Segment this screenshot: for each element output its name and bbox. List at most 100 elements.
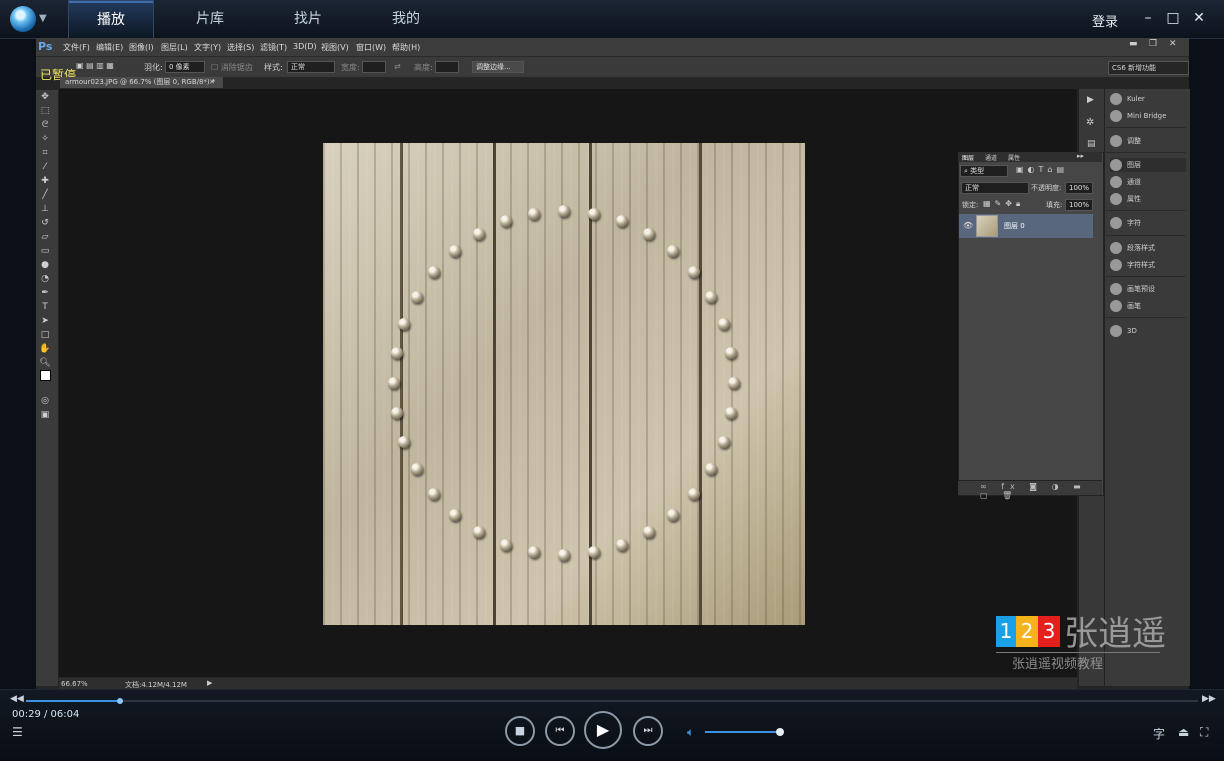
dock-properties[interactable]: 属性 <box>1110 192 1141 206</box>
seek-handle[interactable] <box>117 698 123 704</box>
selection-mode-icons[interactable]: ▣ ▤ ▥ ▦ <box>76 61 114 70</box>
width-input[interactable] <box>362 61 386 73</box>
minimize-icon[interactable]: – <box>1140 10 1156 26</box>
workspace-select[interactable]: CS6 新增功能 <box>1108 61 1189 75</box>
tab-mine[interactable]: 我的 <box>364 0 448 38</box>
opacity-input[interactable]: 100% <box>1065 182 1093 194</box>
menu-type[interactable]: 文字(Y) <box>194 42 221 53</box>
info-panel-icon[interactable]: ▤ <box>1087 139 1096 149</box>
logo-menu-caret-icon[interactable]: ▼ <box>39 13 47 24</box>
dock-character-styles[interactable]: 字符样式 <box>1110 258 1155 272</box>
eject-icon[interactable]: ⏏︎ <box>1178 725 1189 739</box>
menu-help[interactable]: 帮助(H) <box>392 42 420 53</box>
crop-tool-icon[interactable]: ⌗ <box>36 146 54 160</box>
play-button[interactable]: ▶ <box>584 711 622 749</box>
dock-brush[interactable]: 画笔 <box>1110 299 1141 313</box>
magic-wand-icon[interactable]: ✧ <box>36 132 54 146</box>
dock-kuler[interactable]: Kuler <box>1110 92 1145 106</box>
layer-visibility-eye-icon[interactable]: 👁︎ <box>963 221 973 230</box>
ps-close-icon[interactable]: ✕ <box>1169 39 1177 49</box>
menu-image[interactable]: 图像(I) <box>129 42 154 53</box>
menu-file[interactable]: 文件(F) <box>63 42 90 53</box>
rectangle-tool-icon[interactable]: □ <box>36 328 54 342</box>
close-icon[interactable]: ✕ <box>1191 10 1207 26</box>
history-brush-icon[interactable]: ↺ <box>36 216 54 230</box>
style-select[interactable]: 正常 <box>287 61 335 73</box>
swap-icon[interactable]: ⇄ <box>394 62 401 71</box>
next-button[interactable]: ⏭︎ <box>633 716 663 746</box>
panel-tab-channels[interactable]: 通道 <box>985 153 997 162</box>
player-logo-icon[interactable] <box>10 6 36 32</box>
dock-channels[interactable]: 通道 <box>1110 175 1141 189</box>
menu-layer[interactable]: 图层(L) <box>161 42 188 53</box>
eraser-icon[interactable]: ▱ <box>36 230 54 244</box>
feather-input[interactable]: 0 像素 <box>165 61 205 73</box>
dock-adjustments[interactable]: 调整 <box>1110 134 1141 148</box>
play-action-icon[interactable]: ▶ <box>1087 95 1094 105</box>
seek-bar[interactable] <box>26 700 1198 702</box>
tab-find-video[interactable]: 找片 <box>266 0 350 38</box>
menu-select[interactable]: 选择(S) <box>227 42 254 53</box>
marquee-tool-icon[interactable]: ⬚ <box>36 104 54 118</box>
pen-tool-icon[interactable]: ✒ <box>36 286 54 300</box>
ps-minimize-icon[interactable]: ▬ <box>1129 39 1138 49</box>
height-input[interactable] <box>435 61 459 73</box>
menu-3d[interactable]: 3D(D) <box>293 42 317 51</box>
color-swatches-icon[interactable] <box>36 370 54 394</box>
layer-filter-kind-select[interactable]: ⌕ 类型 <box>960 165 1008 177</box>
status-menu-arrow-icon[interactable]: ▶ <box>207 679 212 687</box>
dock-3d[interactable]: 3D <box>1110 324 1137 338</box>
settings-gear-icon[interactable]: ✲ <box>1086 117 1094 128</box>
dock-brush-presets[interactable]: 画笔预设 <box>1110 282 1155 296</box>
path-select-icon[interactable]: ➤ <box>36 314 54 328</box>
fill-input[interactable]: 100% <box>1065 199 1093 211</box>
tab-play[interactable]: 播放 <box>68 0 154 39</box>
eyedropper-icon[interactable]: ⁄ <box>36 160 54 174</box>
refine-edge-button[interactable]: 调整边缘... <box>472 61 524 73</box>
doc-tab-close-icon[interactable]: ✕ <box>209 78 215 86</box>
dock-character[interactable]: 字符 <box>1110 216 1141 230</box>
ps-restore-icon[interactable]: ❐ <box>1149 39 1157 49</box>
layer-action-icons[interactable]: ∞ fx ◙ ◑ ▬ ▢ 🗑︎ <box>980 482 1102 500</box>
menu-window[interactable]: 窗口(W) <box>356 42 386 53</box>
volume-slider[interactable] <box>705 731 781 733</box>
seek-forward-icon[interactable]: ▶▶ <box>1202 694 1216 704</box>
zoom-level[interactable]: 66.67% <box>61 680 88 688</box>
dock-paragraph-styles[interactable]: 段落样式 <box>1110 241 1155 255</box>
dock-mini-bridge[interactable]: Mini Bridge <box>1110 109 1166 123</box>
menu-filter[interactable]: 滤镜(T) <box>260 42 287 53</box>
blur-tool-icon[interactable]: ● <box>36 258 54 272</box>
layer-name[interactable]: 图层 0 <box>1004 221 1025 231</box>
playlist-icon[interactable]: ☰ <box>12 725 23 739</box>
zoom-tool-icon[interactable]: 🔍︎ <box>36 356 54 370</box>
previous-button[interactable]: ⏮︎ <box>545 716 575 746</box>
gradient-tool-icon[interactable]: ▭ <box>36 244 54 258</box>
fullscreen-icon[interactable]: ⛶ <box>1200 725 1208 740</box>
document-tab[interactable]: armour023.JPG @ 66.7% (图层 0, RGB/8*) * <box>60 77 223 88</box>
screen-mode-icon[interactable]: ▣ <box>36 408 54 422</box>
menu-view[interactable]: 视图(V) <box>321 42 349 53</box>
subtitle-icon[interactable]: 字 <box>1153 725 1165 742</box>
tab-library[interactable]: 片库 <box>168 0 252 38</box>
dock-layers[interactable]: 图层 <box>1110 158 1186 172</box>
stop-button[interactable]: ■ <box>505 716 535 746</box>
maximize-icon[interactable]: □ <box>1165 10 1181 26</box>
login-link[interactable]: 登录 <box>1092 11 1118 30</box>
blend-mode-select[interactable]: 正常 <box>961 182 1029 194</box>
panel-collapse-icon[interactable]: ▸▸ <box>1077 152 1084 160</box>
panel-tab-layers[interactable]: 图层 <box>962 153 974 162</box>
panel-tab-properties[interactable]: 属性 <box>1008 153 1020 162</box>
layer-filter-icons[interactable]: ▣◐T⌂▤ <box>1016 165 1068 174</box>
move-tool-icon[interactable]: ✥ <box>36 90 54 104</box>
brush-tool-icon[interactable]: ╱ <box>36 188 54 202</box>
clone-stamp-icon[interactable]: ⊥ <box>36 202 54 216</box>
hand-tool-icon[interactable]: ✋ <box>36 342 54 356</box>
lock-icons[interactable]: ▦✎✥🔒︎ <box>983 199 1024 209</box>
menu-edit[interactable]: 编辑(E) <box>96 42 123 53</box>
type-tool-icon[interactable]: T <box>36 300 54 314</box>
volume-handle[interactable] <box>776 728 784 736</box>
dodge-tool-icon[interactable]: ◔ <box>36 272 54 286</box>
quick-mask-icon[interactable]: ◎ <box>36 394 54 408</box>
antialias-checkbox[interactable]: ☐ 消除锯齿 <box>211 62 253 73</box>
volume-icon[interactable]: 🔈︎ <box>687 725 694 740</box>
